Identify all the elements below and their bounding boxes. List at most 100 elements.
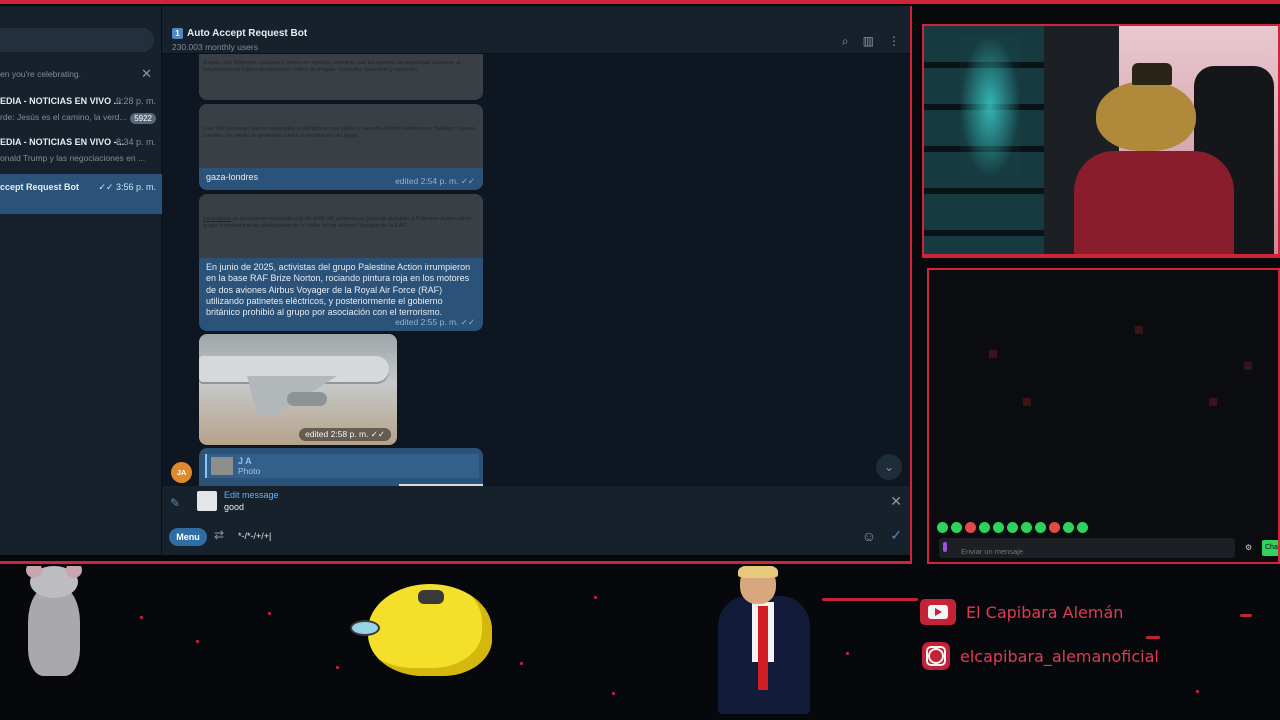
emote-icon[interactable]: [1035, 522, 1046, 533]
emote-icon[interactable]: [951, 522, 962, 533]
chat-list-sidebar: en you're celebrating. ✕ EDIA - NOTICIAS…: [0, 6, 162, 555]
news-text: se produjo en respuesta a la decisión de…: [203, 216, 471, 229]
reply-author: J A: [238, 456, 252, 466]
chat-header: 1 Auto Accept Request Bot 230.003 monthl…: [162, 6, 910, 54]
chat-time: 8:34 p. m.: [115, 137, 156, 147]
youtube-icon: [920, 599, 956, 625]
stream-chat-input[interactable]: [939, 538, 1235, 558]
edit-message-bar: ✎ Edit message good ✕: [162, 486, 910, 520]
decor-dot: [594, 596, 597, 599]
gear-icon[interactable]: ⚙: [1245, 543, 1252, 552]
dancing-rat-sticker: [8, 566, 104, 688]
sidebar-icon[interactable]: ▥: [863, 34, 874, 49]
decor-dot: [140, 616, 143, 619]
decor-dot: [336, 666, 339, 669]
decor-dot: [612, 692, 615, 695]
search-icon[interactable]: ⌕: [842, 34, 849, 49]
emote-icon[interactable]: [1077, 522, 1088, 533]
reply-thumbnail: [211, 457, 233, 475]
dancer-tie: [758, 606, 768, 690]
confirm-edit-icon[interactable]: ✓: [890, 527, 902, 544]
scroll-down-button[interactable]: ⌄: [876, 454, 902, 480]
decor-dot: [1196, 690, 1199, 693]
news-link: La protesta: [203, 216, 231, 222]
webcam-streamer: [1074, 63, 1244, 254]
instagram-social: elcapibara_alemanoficial: [922, 641, 1159, 671]
bot-menu-button[interactable]: Menu: [169, 528, 207, 546]
stream-overlay-bottom: El Capibara Alemán elcapibara_alemanofic…: [0, 566, 1280, 720]
chat-title[interactable]: 1 Auto Accept Request Bot: [172, 28, 307, 39]
emote-icon[interactable]: [937, 522, 948, 533]
crewmate-sticker: [350, 580, 496, 690]
instagram-icon: [922, 642, 950, 670]
chat-item-active[interactable]: ccept Request Bot ✓✓ 3:56 p. m.: [0, 174, 162, 214]
decor-dash: [822, 598, 918, 601]
rat-body: [28, 586, 80, 676]
notice-text: en you're celebrating.: [0, 69, 82, 79]
photo-message[interactable]: edited 2:58 p. m. ✓✓: [199, 334, 397, 445]
webcam-frame: [922, 24, 1280, 256]
message-input[interactable]: [238, 531, 538, 541]
chat-subtitle: 230.003 monthly users: [172, 42, 258, 52]
emote-icon[interactable]: [993, 522, 1004, 533]
capybara-mask: [1096, 81, 1196, 151]
emote-icon[interactable]: [1049, 522, 1060, 533]
edit-thumbnail: [197, 491, 217, 511]
edit-label: Edit message: [224, 490, 279, 500]
chat-time: 9:28 p. m.: [115, 96, 156, 106]
pencil-icon: ✎: [170, 496, 181, 510]
stream-top-border: [0, 0, 1280, 4]
message-bubble[interactable]: La protesta se produjo en respuesta a la…: [199, 194, 483, 331]
decor-dot: [846, 652, 849, 655]
reply-type: Photo: [238, 466, 261, 476]
emote-icon[interactable]: [1021, 522, 1032, 533]
close-icon[interactable]: ✕: [890, 493, 902, 510]
message-area: drogas, dos teléfonos celulares y dinero…: [162, 54, 910, 486]
stream-chat-frame: ⚙ Cha: [927, 268, 1280, 564]
rat-head: [26, 566, 82, 598]
more-icon[interactable]: ⋮: [888, 34, 900, 49]
reply-message-bubble[interactable]: J A Photo: [199, 448, 483, 486]
decor-dash: [1240, 614, 1252, 617]
streamer-shirt: [1074, 151, 1234, 254]
emote-icon[interactable]: [979, 522, 990, 533]
news-screenshot: drogas, dos teléfonos celulares y dinero…: [199, 54, 483, 100]
message-bubble[interactable]: Casi 500 personas fueron arrestadas el s…: [199, 104, 483, 190]
airplane-engine: [287, 392, 327, 406]
decor-dash: [1146, 636, 1160, 639]
message-meta: edited 2:58 p. m. ✓✓: [299, 428, 391, 441]
composer: Menu ⇄ ☺ ✓: [162, 520, 910, 556]
commands-icon[interactable]: ⇄: [214, 528, 224, 542]
youtube-handle: El Capibara Alemán: [966, 602, 1124, 622]
news-screenshot: Casi 500 personas fueron arrestadas el s…: [199, 104, 483, 168]
mic-icon[interactable]: [943, 542, 947, 552]
decor-dot: [268, 612, 271, 615]
search-input[interactable]: [0, 28, 154, 52]
news-screenshot: La protesta se produjo en respuesta a la…: [199, 194, 483, 258]
chat-time: ✓✓ 3:56 p. m.: [98, 182, 156, 192]
youtube-social: El Capibara Alemán: [920, 597, 1123, 627]
close-icon[interactable]: ✕: [141, 66, 152, 82]
unread-badge: 5922: [130, 113, 156, 124]
telegram-window: — ☐ ✕ en you're celebrating. ✕ EDIA - NO…: [0, 6, 912, 564]
emote-icon[interactable]: [1063, 522, 1074, 533]
decor-dot: [520, 662, 523, 665]
avatar[interactable]: JA: [171, 462, 192, 483]
chat-preview: onald Trump y las negociaciones en ...: [0, 153, 146, 163]
edit-original-text: good: [224, 502, 245, 512]
chat-item[interactable]: EDIA - NOTICIAS EN VIVO ... 9:28 p. m. r…: [0, 92, 162, 132]
dancer-hair: [738, 566, 778, 578]
chat-title-text: Auto Accept Request Bot: [187, 28, 308, 39]
chat-send-button[interactable]: Cha: [1262, 540, 1278, 556]
emoji-icon[interactable]: ☺: [862, 528, 876, 544]
emote-bar: [937, 522, 1088, 533]
message-meta: edited 2:55 p. m. ✓✓: [395, 317, 475, 327]
emote-icon[interactable]: [1007, 522, 1018, 533]
message-meta: edited 2:54 p. m. ✓✓: [395, 176, 475, 186]
chat-item[interactable]: EDIA - NOTICIAS EN VIVO -... 8:34 p. m. …: [0, 133, 162, 173]
header-actions: ⌕ ▥ ⋮: [842, 34, 900, 49]
reply-quote[interactable]: J A Photo: [205, 454, 479, 478]
message-bubble[interactable]: drogas, dos teléfonos celulares y dinero…: [199, 54, 483, 100]
channel-number-icon: 1: [172, 28, 183, 39]
emote-icon[interactable]: [965, 522, 976, 533]
